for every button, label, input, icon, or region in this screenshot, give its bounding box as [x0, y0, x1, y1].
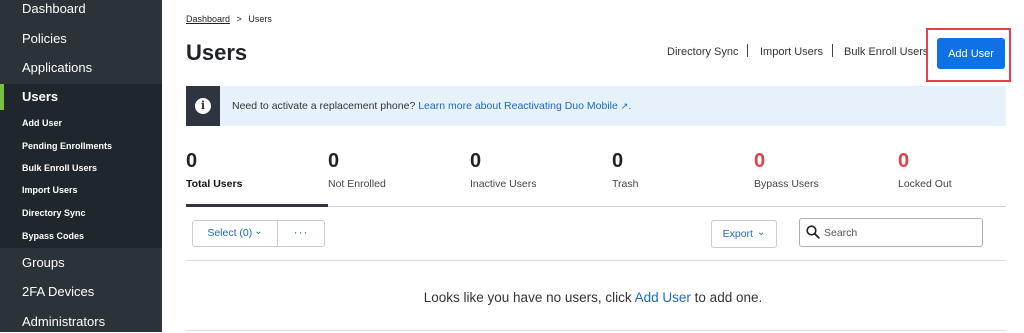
submenu-pending-enrollments[interactable]: Pending Enrollments	[22, 141, 112, 151]
stat-bypass-users[interactable]: 0 Bypass Users	[754, 150, 819, 190]
sidebar-item-policies[interactable]: Policies	[0, 28, 162, 52]
banner-text: Need to activate a replacement phone?	[232, 100, 416, 112]
link-divider	[747, 44, 748, 57]
export-label: Export	[722, 228, 753, 240]
active-tab-indicator	[186, 204, 328, 207]
export-dropdown-button[interactable]: Export ⌄	[711, 220, 777, 248]
page-title: Users	[186, 40, 248, 65]
toolbar-divider	[186, 260, 1006, 261]
select-dropdown-button[interactable]: Select (0) ⌄	[192, 220, 278, 247]
chevron-down-icon: ⌄	[254, 226, 263, 237]
breadcrumb: Dashboard > Users	[186, 14, 272, 24]
stat-total-users[interactable]: 0 Total Users	[186, 150, 242, 190]
more-icon: ···	[293, 225, 309, 239]
stat-label: Locked Out	[898, 178, 952, 190]
main-content: Dashboard > Users Users Directory Sync I…	[162, 0, 1024, 332]
breadcrumb-dashboard-link[interactable]: Dashboard	[186, 14, 230, 24]
stat-label: Trash	[612, 178, 639, 190]
search-field[interactable]	[799, 218, 983, 247]
stat-value: 0	[898, 150, 910, 172]
submenu-directory-sync[interactable]: Directory Sync	[22, 208, 86, 218]
empty-state-message: Looks like you have no users, click Add …	[162, 290, 1024, 305]
sidebar-item-administrators[interactable]: Administrators	[0, 311, 162, 333]
reactivating-duo-mobile-link[interactable]: Learn more about Reactivating Duo Mobile…	[418, 100, 631, 112]
chevron-down-icon: ⌄	[756, 227, 766, 238]
stat-label: Not Enrolled	[328, 178, 386, 190]
stat-value: 0	[612, 150, 624, 172]
users-submenu: Add User Pending Enrollments Bulk Enroll…	[0, 110, 162, 248]
breadcrumb-current: Users	[248, 14, 272, 24]
stat-label: Inactive Users	[470, 178, 537, 190]
banner-icon-container: i	[186, 86, 220, 126]
sidebar-item-dashboard[interactable]: Dashboard	[0, 0, 162, 22]
search-input[interactable]	[824, 223, 974, 243]
submenu-import-users[interactable]: Import Users	[22, 185, 78, 195]
stat-label: Bypass Users	[754, 178, 819, 190]
sidebar-item-label: Applications	[22, 60, 93, 75]
stat-value: 0	[328, 150, 340, 172]
submenu-bulk-enroll-users[interactable]: Bulk Enroll Users	[22, 163, 97, 173]
sidebar-item-2fa-devices[interactable]: 2FA Devices	[0, 282, 162, 304]
search-icon	[806, 225, 820, 239]
select-label: Select (0)	[207, 227, 253, 239]
stat-value: 0	[754, 150, 766, 172]
directory-sync-link[interactable]: Directory Sync	[667, 46, 739, 58]
sidebar-item-label: Administrators	[22, 314, 106, 329]
sidebar-item-label: Dashboard	[22, 1, 86, 16]
stat-trash[interactable]: 0 Trash	[612, 150, 638, 190]
breadcrumb-separator: >	[236, 14, 242, 24]
more-actions-button[interactable]: ···	[277, 220, 325, 247]
bottom-divider	[186, 330, 1006, 331]
import-users-link[interactable]: Import Users	[760, 46, 823, 58]
add-user-button[interactable]: Add User	[937, 38, 1005, 69]
submenu-add-user[interactable]: Add User	[22, 118, 62, 128]
stat-value: 0	[186, 150, 198, 172]
submenu-bypass-codes[interactable]: Bypass Codes	[22, 231, 84, 241]
empty-state-add-user-link[interactable]: Add User	[635, 290, 691, 305]
banner-link-label: Learn more about Reactivating Duo Mobile	[418, 100, 618, 112]
info-banner: i Need to activate a replacement phone? …	[186, 86, 1006, 126]
stat-not-enrolled[interactable]: 0 Not Enrolled	[328, 150, 386, 190]
banner-message: Need to activate a replacement phone? Le…	[232, 100, 631, 112]
empty-state-suffix: to add one.	[694, 290, 763, 305]
empty-state-prefix: Looks like you have no users, click	[423, 290, 632, 305]
stat-label: Total Users	[186, 178, 243, 190]
sidebar-item-users[interactable]: Users	[0, 84, 162, 110]
sidebar-item-label: Groups	[22, 255, 65, 270]
bulk-enroll-users-link[interactable]: Bulk Enroll Users	[844, 46, 928, 58]
sidebar-item-label: 2FA Devices	[22, 284, 95, 299]
sidebar-item-label: Users	[22, 89, 59, 104]
info-icon: i	[195, 98, 211, 114]
sidebar-item-label: Policies	[22, 31, 67, 46]
sidebar: Dashboard Policies Applications Users Ad…	[0, 0, 162, 332]
sidebar-item-applications[interactable]: Applications	[0, 57, 162, 81]
stat-inactive-users[interactable]: 0 Inactive Users	[470, 150, 537, 190]
sidebar-item-groups[interactable]: Groups	[0, 253, 162, 275]
stat-value: 0	[470, 150, 482, 172]
external-link-icon: ↗	[620, 101, 629, 111]
stat-locked-out[interactable]: 0 Locked Out	[898, 150, 952, 190]
link-divider	[832, 44, 833, 57]
